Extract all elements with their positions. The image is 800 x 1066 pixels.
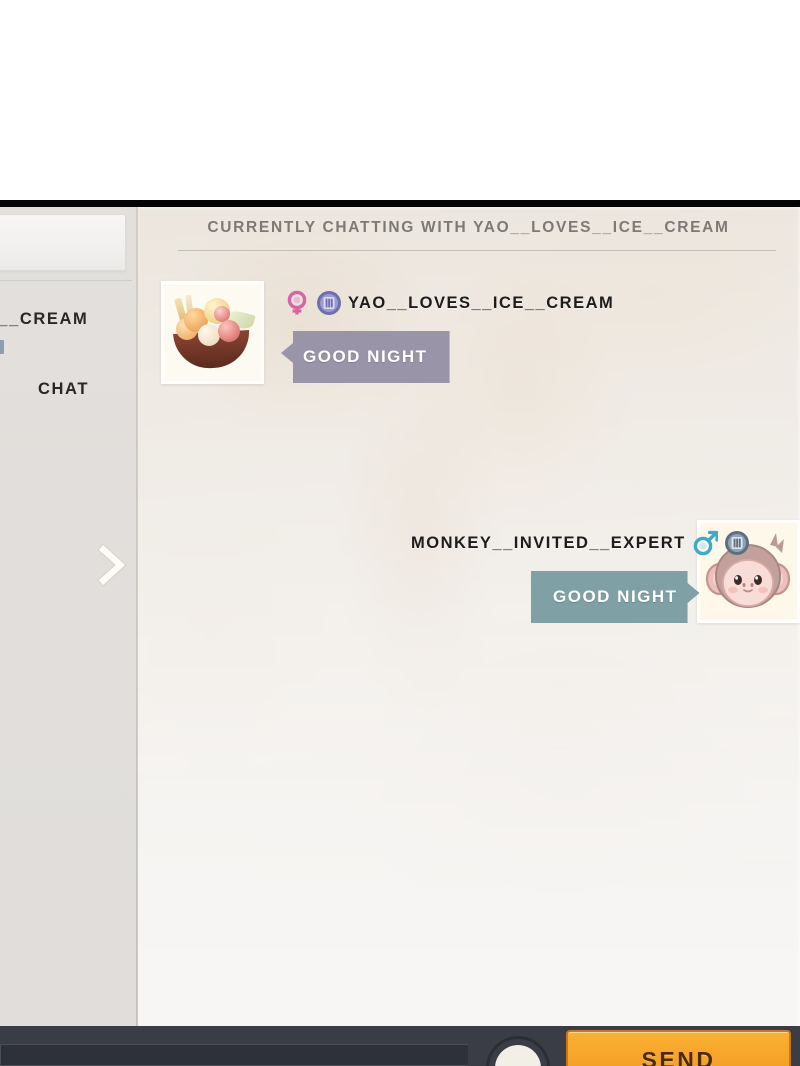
message-text: GOOD NIGHT (553, 587, 678, 606)
chevron-right-icon[interactable] (96, 540, 132, 590)
level-badge-icon (724, 530, 750, 556)
ice-cream-sundae-avatar[interactable] (161, 281, 264, 384)
send-button-label: SEND (641, 1046, 716, 1066)
screen-root: ICE__CREAM CHAT CURRENTLY CHATTING WITH … (0, 0, 800, 1066)
message-name-line: MONKEY__INVITED__EXPERT (411, 530, 750, 556)
message-name-line: YAO__LOVES__ICE__CREAM (284, 290, 614, 316)
sidebar-conversation-item[interactable]: ICE__CREAM CHAT (0, 285, 137, 425)
message-input[interactable] (0, 1044, 468, 1066)
sidebar-search-box[interactable] (0, 214, 126, 271)
rank-badge-icon (0, 340, 4, 354)
message-text: GOOD NIGHT (303, 347, 428, 366)
message-username: MONKEY__INVITED__EXPERT (411, 533, 686, 552)
sidebar-chat-label: CHAT (38, 380, 90, 398)
emoji-face-icon (495, 1045, 541, 1066)
send-button[interactable]: SEND (566, 1030, 791, 1066)
male-gender-icon (692, 530, 719, 556)
chat-window: ICE__CREAM CHAT CURRENTLY CHATTING WITH … (0, 207, 800, 1066)
conversation-sidebar: ICE__CREAM CHAT (0, 207, 138, 1066)
message-username: YAO__LOVES__ICE__CREAM (348, 293, 615, 312)
message-bubble-outgoing[interactable]: GOOD NIGHT (531, 571, 700, 623)
sidebar-item-label: ICE__CREAM (0, 310, 89, 328)
avatar-detail (218, 320, 240, 342)
message-bubble-incoming[interactable]: GOOD NIGHT (281, 331, 450, 383)
sidebar-divider (0, 280, 132, 281)
female-gender-icon (284, 290, 310, 316)
top-blank-area (0, 0, 800, 200)
avatar-detail (198, 324, 220, 346)
level-badge-icon (316, 290, 342, 316)
window-top-border (0, 200, 800, 207)
sidebar-border (136, 207, 138, 1066)
